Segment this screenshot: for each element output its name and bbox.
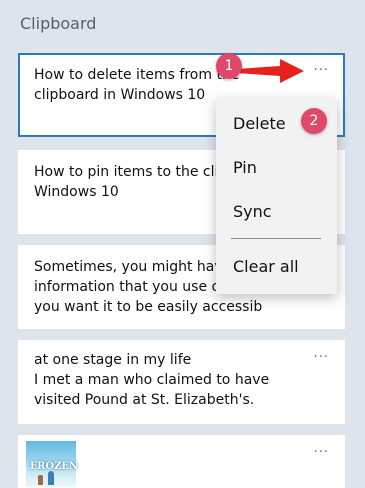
- clipboard-item-4[interactable]: at one stage in my life I met a man who …: [18, 340, 345, 424]
- annotation-arrow-icon: [236, 59, 304, 83]
- image-thumbnail: FROZEN: [26, 441, 79, 487]
- item-text-line: at one stage in my life: [34, 352, 192, 368]
- menu-item-pin[interactable]: Pin: [233, 156, 257, 180]
- item-text-line: I met a man who claimed to have: [34, 372, 270, 388]
- menu-divider: [231, 238, 321, 239]
- more-options-icon[interactable]: ···: [314, 348, 329, 368]
- page-title: Clipboard: [20, 14, 97, 33]
- clipboard-item-5[interactable]: FROZEN ···: [18, 435, 345, 488]
- annotation-badge-2: 2: [301, 108, 327, 134]
- thumbnail-logo: FROZEN: [30, 461, 79, 472]
- thumbnail-figure: [48, 471, 54, 485]
- menu-item-sync[interactable]: Sync: [233, 200, 272, 224]
- thumbnail-figure: [38, 475, 43, 485]
- menu-item-delete[interactable]: Delete: [233, 112, 286, 136]
- more-options-icon[interactable]: ···: [314, 61, 329, 81]
- item-text-line: you want it to be easily accessib: [34, 299, 263, 315]
- item-text-line: visited Pound at St. Elizabeth's.: [34, 392, 255, 408]
- menu-item-clear-all[interactable]: Clear all: [233, 255, 299, 279]
- more-options-icon[interactable]: ···: [314, 443, 329, 463]
- annotation-badge-1: 1: [216, 53, 242, 79]
